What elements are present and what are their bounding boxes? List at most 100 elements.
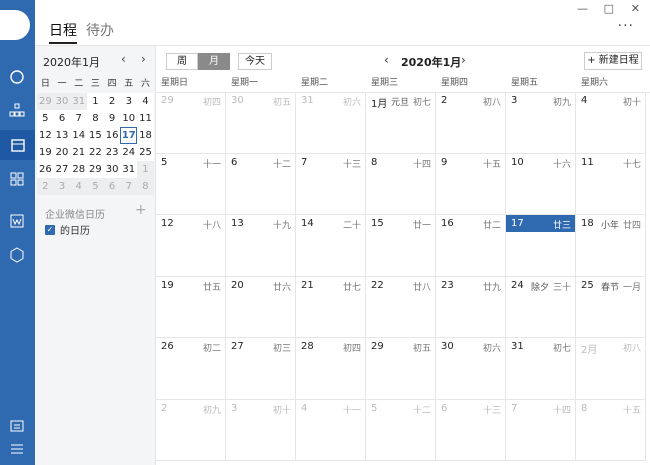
notes-icon[interactable] [8, 417, 26, 435]
mini-day[interactable]: 22 [87, 144, 104, 161]
mini-day[interactable]: 29 [87, 161, 104, 178]
mini-day[interactable]: 1 [87, 93, 104, 110]
tab-todo[interactable]: 待办 [86, 20, 114, 42]
day-cell[interactable]: 8 十四 [366, 153, 436, 215]
mini-day[interactable]: 7 [70, 110, 88, 127]
day-cell[interactable]: 25 春节 一月 [576, 276, 646, 338]
calendar-icon[interactable] [0, 130, 35, 160]
day-cell[interactable]: 30 初五 [226, 92, 296, 154]
month-prev-button[interactable]: ‹ [384, 53, 389, 67]
mini-day[interactable]: 29 [37, 93, 54, 110]
mini-day[interactable]: 6 [53, 110, 71, 127]
day-cell[interactable]: 4 初十 [576, 92, 646, 154]
day-cell[interactable]: 2月 初八 [576, 338, 646, 400]
mini-day[interactable]: 25 [137, 144, 154, 161]
mini-day[interactable]: 31 [70, 93, 88, 110]
message-icon[interactable] [8, 68, 26, 86]
mini-day[interactable]: 9 [103, 110, 121, 127]
mini-day[interactable]: 24 [120, 144, 138, 161]
day-cell[interactable]: 14 二十 [296, 215, 366, 277]
mini-day[interactable]: 19 [37, 144, 54, 161]
mini-day[interactable]: 4 [137, 93, 154, 110]
drive-icon[interactable] [8, 246, 26, 264]
day-cell[interactable]: 7 十四 [506, 399, 576, 461]
day-cell[interactable]: 29 初四 [156, 92, 226, 154]
day-cell[interactable]: 19 廿五 [156, 276, 226, 338]
docs-icon[interactable] [8, 212, 26, 230]
day-cell[interactable]: 22 廿八 [366, 276, 436, 338]
day-cell[interactable]: 27 初三 [226, 338, 296, 400]
mini-day[interactable]: 10 [120, 110, 138, 127]
day-cell[interactable]: 8 十五 [576, 399, 646, 461]
week-view-button[interactable]: 周 [166, 53, 198, 70]
new-event-button[interactable]: + 新建日程 [584, 52, 642, 70]
day-cell[interactable]: 3 初九 [506, 92, 576, 154]
day-cell[interactable]: 29 初五 [366, 338, 436, 400]
day-cell[interactable]: 12 十八 [156, 215, 226, 277]
day-cell[interactable]: 15 廿一 [366, 215, 436, 277]
mini-day[interactable]: 30 [53, 93, 71, 110]
mini-day[interactable]: 27 [53, 161, 71, 178]
day-cell[interactable]: 28 初四 [296, 338, 366, 400]
mini-day[interactable]: 8 [137, 178, 154, 195]
mini-day[interactable]: 1 [137, 161, 154, 178]
day-cell[interactable]: 11 十七 [576, 153, 646, 215]
mini-day[interactable]: 4 [70, 178, 88, 195]
day-cell[interactable]: 16 廿二 [436, 215, 506, 277]
mini-day[interactable]: 13 [53, 127, 71, 144]
mini-day[interactable]: 5 [37, 110, 54, 127]
today-button[interactable]: 今天 [238, 53, 272, 70]
calendar-item[interactable]: ✓ 的日历 [45, 222, 90, 237]
mini-day[interactable]: 16 [103, 127, 121, 144]
mini-day[interactable]: 20 [53, 144, 71, 161]
day-cell[interactable]: 31 初六 [296, 92, 366, 154]
maximize-button[interactable]: □ [604, 2, 614, 15]
day-cell[interactable]: 31 初七 [506, 338, 576, 400]
month-view-button[interactable]: 月 [198, 53, 230, 70]
mini-day[interactable]: 15 [87, 127, 104, 144]
mini-day[interactable]: 8 [87, 110, 104, 127]
mini-day[interactable]: 2 [103, 93, 121, 110]
day-cell[interactable]: 6 十三 [436, 399, 506, 461]
month-next-button[interactable]: › [461, 53, 466, 67]
add-calendar-button[interactable]: + [135, 202, 147, 218]
day-cell[interactable]: 30 初六 [436, 338, 506, 400]
avatar[interactable] [0, 10, 30, 40]
mini-day[interactable]: 18 [137, 127, 154, 144]
day-cell-today[interactable]: 17 廿三 [506, 215, 576, 277]
mini-day[interactable]: 30 [103, 161, 121, 178]
mini-day[interactable]: 26 [37, 161, 54, 178]
mini-day[interactable]: 14 [70, 127, 88, 144]
mini-day[interactable]: 3 [53, 178, 71, 195]
menu-icon[interactable] [8, 440, 26, 458]
day-cell[interactable]: 3 初十 [226, 399, 296, 461]
mini-day[interactable]: 5 [87, 178, 104, 195]
day-cell[interactable]: 18 小年 廿四 [576, 215, 646, 277]
day-cell[interactable]: 10 十六 [506, 153, 576, 215]
day-cell[interactable]: 26 初二 [156, 338, 226, 400]
day-cell[interactable]: 5 十一 [156, 153, 226, 215]
mini-day[interactable]: 3 [120, 93, 138, 110]
mini-next-button[interactable]: › [141, 52, 146, 66]
day-cell[interactable]: 5 十二 [366, 399, 436, 461]
day-cell[interactable]: 7 十三 [296, 153, 366, 215]
tab-schedule[interactable]: 日程 [49, 20, 77, 44]
mini-day[interactable]: 31 [120, 161, 138, 178]
day-cell[interactable]: 23 廿九 [436, 276, 506, 338]
close-button[interactable]: ✕ [631, 2, 640, 15]
workbench-icon[interactable] [8, 170, 26, 188]
day-cell[interactable]: 13 十九 [226, 215, 296, 277]
mini-day[interactable]: 7 [120, 178, 138, 195]
mini-day[interactable]: 28 [70, 161, 88, 178]
day-cell[interactable]: 6 十二 [226, 153, 296, 215]
mini-day[interactable]: 21 [70, 144, 88, 161]
contacts-icon[interactable] [8, 101, 26, 119]
day-cell[interactable]: 4 十一 [296, 399, 366, 461]
mini-day[interactable]: 17 [120, 127, 138, 144]
day-cell[interactable]: 1月 元旦 初七 [366, 92, 436, 154]
mini-day[interactable]: 11 [137, 110, 154, 127]
check-icon[interactable]: ✓ [45, 224, 55, 235]
day-cell[interactable]: 20 廿六 [226, 276, 296, 338]
minimize-button[interactable]: — [577, 2, 588, 15]
mini-day[interactable]: 2 [37, 178, 54, 195]
